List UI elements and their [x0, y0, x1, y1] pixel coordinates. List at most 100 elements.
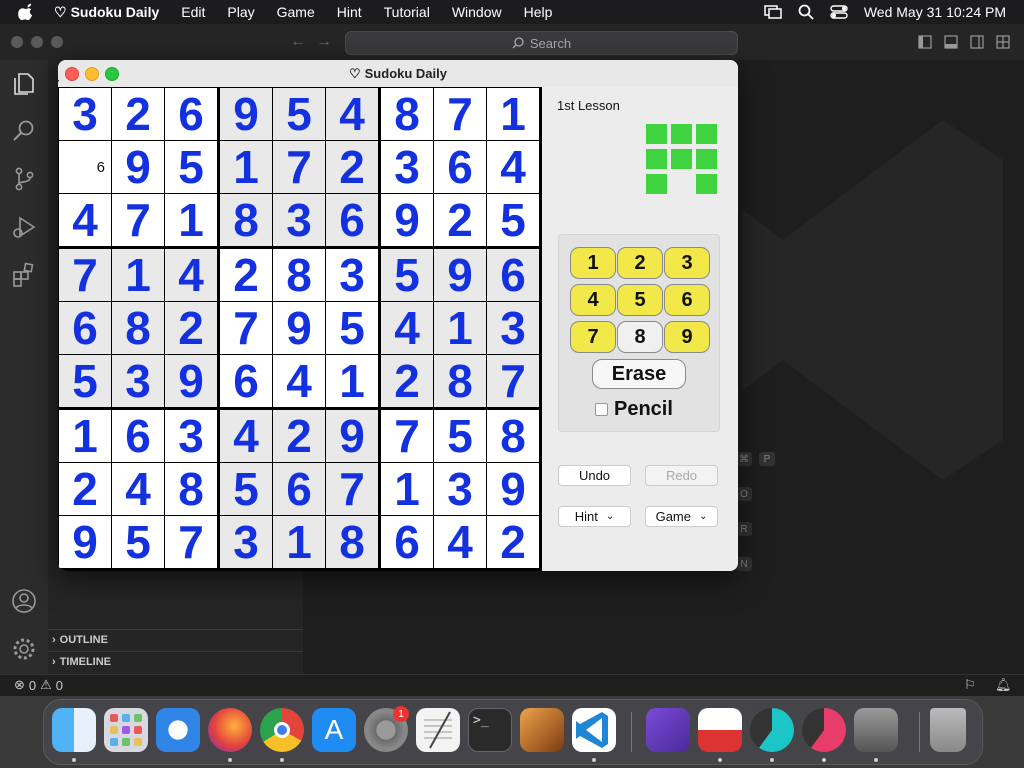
number-button-3[interactable]: 3	[664, 247, 710, 279]
sudoku-cell-r5c5[interactable]: 9	[273, 302, 325, 354]
sudoku-cell-r1c3[interactable]: 6	[165, 88, 217, 140]
toggle-panel-icon[interactable]	[944, 35, 958, 49]
app-store-icon[interactable]: A	[312, 708, 356, 752]
toggle-secondary-sidebar-icon[interactable]	[970, 35, 984, 49]
sudoku-cell-r1c2[interactable]: 2	[112, 88, 164, 140]
menu-tutorial[interactable]: Tutorial	[384, 4, 430, 20]
sudoku-cell-r8c7[interactable]: 1	[381, 463, 433, 515]
problems-status[interactable]: ⊗ 0 ⚠ 0	[14, 677, 63, 693]
sudoku-cell-r5c8[interactable]: 1	[434, 302, 486, 354]
sudoku-cell-r6c9[interactable]: 7	[487, 355, 539, 407]
sudoku-cell-r8c2[interactable]: 4	[112, 463, 164, 515]
sudoku-cell-r9c1[interactable]: 9	[59, 516, 111, 568]
trash-icon[interactable]	[930, 708, 966, 752]
sudoku-cell-r4c7[interactable]: 5	[381, 249, 433, 301]
launchpad-icon[interactable]	[104, 708, 148, 752]
screen-mirroring-icon[interactable]	[764, 5, 782, 19]
game-dropdown[interactable]: Game ⌄	[645, 506, 718, 527]
firefox-icon[interactable]	[208, 708, 252, 752]
vscode-zoom-button[interactable]	[51, 36, 63, 48]
sudoku-cell-r8c4[interactable]: 5	[220, 463, 272, 515]
sudoku-cell-r6c5[interactable]: 4	[273, 355, 325, 407]
source-control-icon[interactable]	[10, 165, 38, 193]
sudoku-cell-r9c7[interactable]: 6	[381, 516, 433, 568]
menu-game[interactable]: Game	[277, 4, 315, 20]
vscode-close-button[interactable]	[11, 36, 23, 48]
sudoku-cell-r2c5[interactable]: 7	[273, 141, 325, 193]
sudoku-cell-r3c9[interactable]: 5	[487, 194, 539, 246]
sudoku-titlebar[interactable]: ♡ Sudoku Daily	[58, 60, 738, 87]
sudoku-cell-r1c7[interactable]: 8	[381, 88, 433, 140]
sudoku-cell-r5c4[interactable]: 7	[220, 302, 272, 354]
sudoku-cell-r6c3[interactable]: 9	[165, 355, 217, 407]
sudoku-cell-r2c2[interactable]: 9	[112, 141, 164, 193]
control-center-icon[interactable]	[830, 5, 848, 19]
sudoku-cell-r7c7[interactable]: 7	[381, 410, 433, 462]
speed-app-2-icon[interactable]	[802, 708, 846, 752]
sudoku-cell-r8c6[interactable]: 7	[326, 463, 378, 515]
apple-icon[interactable]	[18, 3, 36, 21]
sudoku-cell-r2c4[interactable]: 1	[220, 141, 272, 193]
sudoku-cell-r9c3[interactable]: 7	[165, 516, 217, 568]
rosetta-free-icon[interactable]	[854, 708, 898, 752]
sudoku-cell-r5c6[interactable]: 5	[326, 302, 378, 354]
sudoku-cell-r4c2[interactable]: 1	[112, 249, 164, 301]
pencil-toggle[interactable]: Pencil	[595, 398, 673, 421]
outline-section[interactable]: › OUTLINE	[52, 634, 108, 646]
sudoku-cell-r9c2[interactable]: 5	[112, 516, 164, 568]
toggle-primary-sidebar-icon[interactable]	[918, 35, 932, 49]
menu-play[interactable]: Play	[227, 4, 254, 20]
sudoku-cell-r7c8[interactable]: 5	[434, 410, 486, 462]
sudoku-cell-r3c4[interactable]: 8	[220, 194, 272, 246]
sudoku-cell-r1c1[interactable]: 3	[59, 88, 111, 140]
zoom-button[interactable]	[105, 67, 119, 81]
spotlight-search-icon[interactable]	[798, 4, 814, 20]
sudoku-cell-r3c6[interactable]: 6	[326, 194, 378, 246]
sudoku-cell-r7c5[interactable]: 2	[273, 410, 325, 462]
sudoku-cell-r6c1[interactable]: 5	[59, 355, 111, 407]
sudoku-cell-r8c8[interactable]: 3	[434, 463, 486, 515]
sudoku-cell-r4c1[interactable]: 7	[59, 249, 111, 301]
sudoku-cell-r1c8[interactable]: 7	[434, 88, 486, 140]
sudoku-cell-r1c4[interactable]: 9	[220, 88, 272, 140]
sudoku-cell-r9c9[interactable]: 2	[487, 516, 539, 568]
sudoku-cell-r4c4[interactable]: 2	[220, 249, 272, 301]
sudoku-cell-r2c3[interactable]: 5	[165, 141, 217, 193]
sudoku-cell-r6c6[interactable]: 1	[326, 355, 378, 407]
menu-window[interactable]: Window	[452, 4, 502, 20]
sudoku-cell-r7c3[interactable]: 3	[165, 410, 217, 462]
sudoku-cell-r6c7[interactable]: 2	[381, 355, 433, 407]
sudoku-cell-r2c8[interactable]: 6	[434, 141, 486, 193]
command-center-search[interactable]: Search	[345, 31, 738, 55]
minimize-button[interactable]	[85, 67, 99, 81]
garageband-icon[interactable]	[520, 708, 564, 752]
sudoku-cell-r8c9[interactable]: 9	[487, 463, 539, 515]
manage-gear-icon[interactable]	[10, 635, 38, 663]
sudoku-cell-r9c5[interactable]: 1	[273, 516, 325, 568]
sudoku-cell-r1c6[interactable]: 4	[326, 88, 378, 140]
sudoku-cell-r1c5[interactable]: 5	[273, 88, 325, 140]
sudoku-cell-r7c9[interactable]: 8	[487, 410, 539, 462]
sudoku-cell-r3c7[interactable]: 9	[381, 194, 433, 246]
sudoku-cell-r4c9[interactable]: 6	[487, 249, 539, 301]
timeline-section[interactable]: › TIMELINE	[52, 656, 111, 668]
sudoku-cell-r8c5[interactable]: 6	[273, 463, 325, 515]
extensions-icon[interactable]	[10, 261, 38, 289]
vscode-minimize-button[interactable]	[31, 36, 43, 48]
sudoku-cell-r3c8[interactable]: 2	[434, 194, 486, 246]
sudoku-cell-r5c7[interactable]: 4	[381, 302, 433, 354]
number-button-5[interactable]: 5	[617, 284, 663, 316]
sudoku-cell-r2c1[interactable]: 6	[59, 141, 111, 193]
sudoku-cell-r4c3[interactable]: 4	[165, 249, 217, 301]
number-button-1[interactable]: 1	[570, 247, 616, 279]
finder-icon[interactable]	[52, 708, 96, 752]
sudoku-cell-r5c3[interactable]: 2	[165, 302, 217, 354]
sudoku-cell-r1c9[interactable]: 1	[487, 88, 539, 140]
sudoku-cell-r8c1[interactable]: 2	[59, 463, 111, 515]
app-menu[interactable]: ♡ Sudoku Daily	[54, 4, 159, 21]
accounts-icon[interactable]	[10, 587, 38, 615]
menu-help[interactable]: Help	[524, 4, 553, 20]
forward-arrow-icon[interactable]: →	[316, 33, 332, 51]
sudoku-cell-r6c4[interactable]: 6	[220, 355, 272, 407]
sudoku-cell-r4c6[interactable]: 3	[326, 249, 378, 301]
